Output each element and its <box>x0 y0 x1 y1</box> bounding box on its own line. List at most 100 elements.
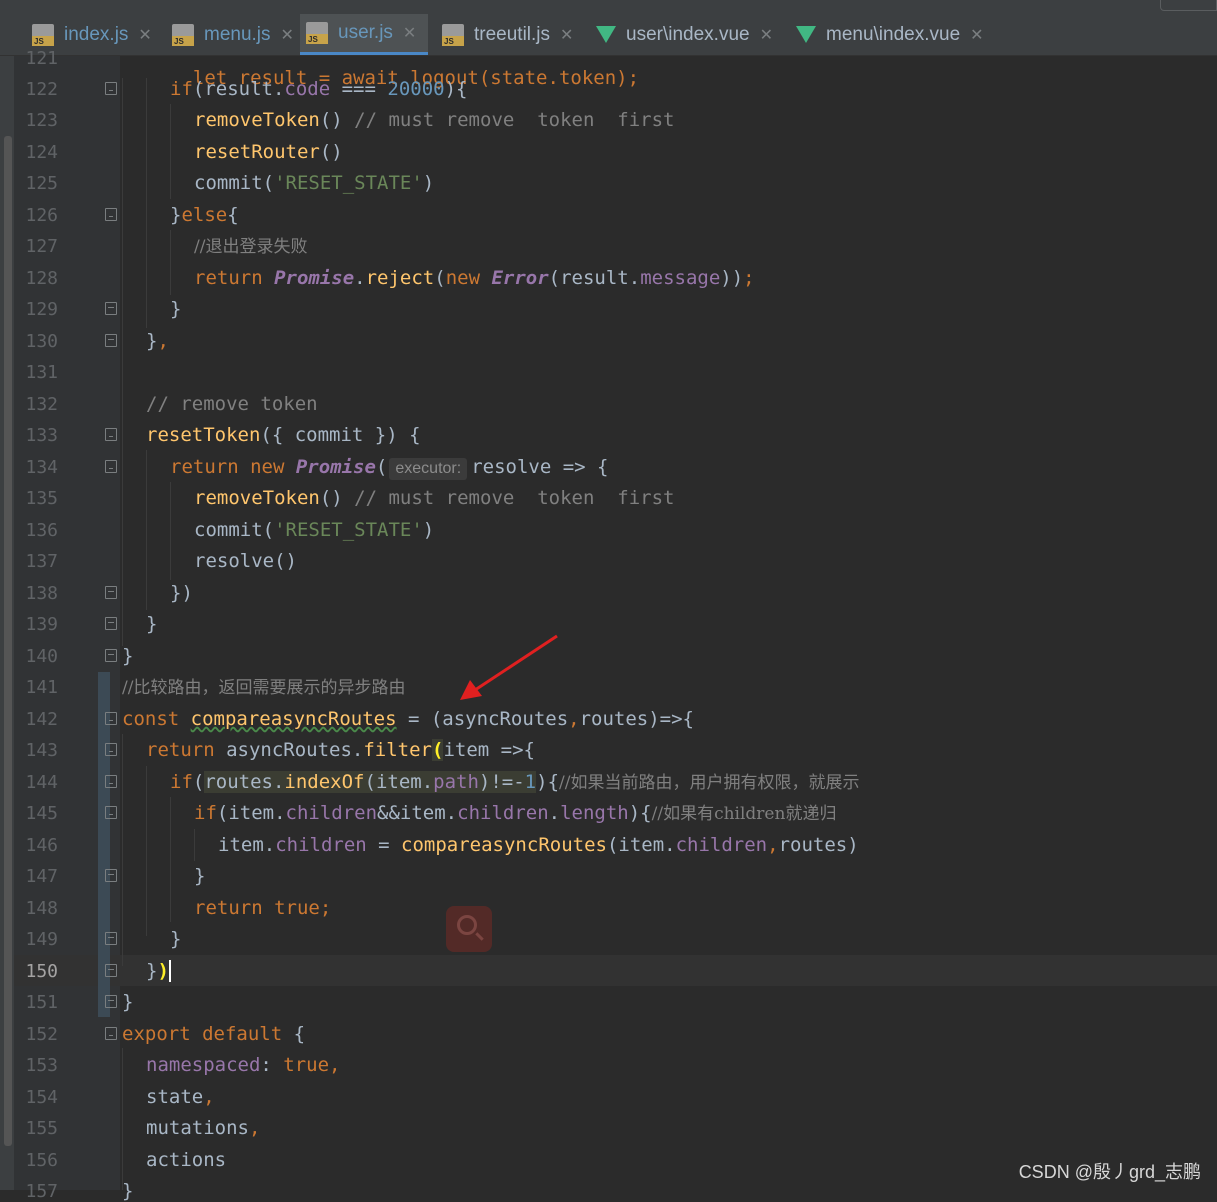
code-line[interactable]: export default { <box>122 1023 305 1045</box>
line-number: 139 <box>25 614 58 635</box>
fold-marker-icon[interactable] <box>105 649 117 662</box>
code-line[interactable]: mutations, <box>146 1117 260 1139</box>
indent-guide <box>170 482 171 580</box>
fold-marker-icon[interactable] <box>105 1027 117 1040</box>
code-line-current[interactable]: }) <box>146 960 171 982</box>
code-property: children <box>275 834 367 856</box>
code-line[interactable]: commit('RESET_STATE') <box>194 172 434 194</box>
close-icon[interactable]: ✕ <box>403 23 416 43</box>
floating-search-icon[interactable] <box>446 906 492 952</box>
indent-guide <box>194 829 195 861</box>
code-class: Promise <box>274 267 355 289</box>
fold-marker-icon[interactable] <box>105 334 117 347</box>
code-text: commit( <box>194 172 275 194</box>
toolbar-corner[interactable] <box>1160 0 1217 11</box>
code-text: } <box>194 865 206 887</box>
code-keyword: return <box>194 267 275 289</box>
code-line[interactable]: }, <box>146 330 169 352</box>
close-icon[interactable]: ✕ <box>970 25 983 45</box>
code-line[interactable]: // remove token <box>146 393 318 415</box>
code-line[interactable]: return Promise.reject(new Error(result.m… <box>194 267 755 289</box>
tab-label: menu.js <box>204 23 271 45</box>
fold-marker-icon[interactable] <box>105 743 117 756</box>
fold-marker-icon[interactable] <box>105 806 117 819</box>
fold-marker-icon[interactable] <box>105 932 117 945</box>
code-keyword: return <box>170 456 251 478</box>
line-number: 137 <box>25 551 58 572</box>
code-line[interactable]: return true; <box>194 897 331 919</box>
fold-marker-icon[interactable] <box>105 208 117 221</box>
code-number: 1 <box>524 771 537 793</box>
fold-marker-icon[interactable] <box>105 775 117 788</box>
code-line[interactable]: actions <box>146 1149 226 1171</box>
tab-user-index-vue[interactable]: user\index.vue ✕ <box>590 14 782 55</box>
fold-marker-icon[interactable] <box>105 460 117 473</box>
tab-menu-js[interactable]: JS menu.js ✕ <box>166 14 296 55</box>
code-text: ({ commit }) { <box>260 424 421 446</box>
code-editor-area[interactable] <box>120 56 1217 1190</box>
code-line[interactable]: removeToken() // must remove token first <box>194 109 674 131</box>
fold-marker-icon[interactable] <box>105 964 117 977</box>
vertical-scrollbar[interactable] <box>4 136 12 1146</box>
code-line[interactable]: namespaced: true, <box>146 1054 341 1076</box>
code-line[interactable]: removeToken() // must remove token first <box>194 487 674 509</box>
current-line-highlight <box>14 955 1217 986</box>
code-number: 20000 <box>387 78 445 100</box>
line-number: 144 <box>25 772 58 793</box>
line-number: 125 <box>25 173 58 194</box>
code-line[interactable]: } <box>122 645 133 667</box>
code-keyword: if <box>170 771 193 793</box>
code-line[interactable]: } <box>170 298 181 320</box>
code-line[interactable]: resetToken({ commit }) { <box>146 424 421 446</box>
line-number: 124 <box>25 142 58 163</box>
code-line[interactable]: if(result.code === 20000){ <box>170 78 467 100</box>
tab-user-js[interactable]: JS user.js ✕ <box>300 14 428 55</box>
code-line[interactable]: const compareasyncRoutes = (asyncRoutes,… <box>122 708 694 730</box>
code-text: ){ <box>536 771 560 793</box>
vue-file-icon <box>796 26 816 43</box>
code-line[interactable]: return asyncRoutes.filter(item =>{ <box>146 739 535 761</box>
line-number: 130 <box>25 331 58 352</box>
code-line[interactable]: resolve() <box>194 550 297 572</box>
tab-label: user.js <box>338 22 393 43</box>
fold-marker-icon[interactable] <box>105 995 117 1008</box>
code-keyword: true <box>283 1054 330 1076</box>
fold-marker-icon[interactable] <box>105 617 117 630</box>
code-line[interactable]: //比较路由，返回需要展示的异步路由 <box>122 676 405 699</box>
code-line[interactable]: item.children = compareasyncRoutes(item.… <box>218 834 859 856</box>
fold-marker-icon[interactable] <box>105 82 117 95</box>
code-line[interactable]: } <box>146 613 157 635</box>
code-line[interactable]: if(routes.indexOf(item.path)!=-1){//如果当前… <box>170 771 859 794</box>
code-line[interactable]: if(item.children&&item.children.length){… <box>194 802 836 825</box>
close-icon[interactable]: ✕ <box>138 25 151 45</box>
fold-marker-icon[interactable] <box>105 302 117 315</box>
code-line[interactable]: } <box>122 991 133 1013</box>
fold-marker-icon[interactable] <box>105 428 117 441</box>
tab-menu-index-vue[interactable]: menu\index.vue ✕ <box>790 14 990 55</box>
code-text: resolve() <box>194 550 297 572</box>
close-icon[interactable]: ✕ <box>281 25 294 45</box>
code-line[interactable]: } <box>170 928 181 950</box>
fold-marker-icon[interactable] <box>105 586 117 599</box>
text-caret <box>168 960 171 982</box>
code-comment: // must remove token first <box>354 487 675 509</box>
code-text: } <box>146 960 158 982</box>
tab-treeutil-js[interactable]: JS treeutil.js ✕ <box>436 14 586 55</box>
code-line[interactable]: } <box>122 1180 133 1202</box>
close-icon[interactable]: ✕ <box>560 25 573 45</box>
code-line[interactable]: }) <box>170 582 193 604</box>
code-line[interactable]: state, <box>146 1086 215 1108</box>
code-text: )) <box>720 267 744 289</box>
code-line[interactable]: } <box>194 865 205 887</box>
code-line[interactable]: }else{ <box>170 204 239 226</box>
vue-file-icon <box>596 26 616 43</box>
code-line[interactable]: resetRouter() <box>194 141 343 163</box>
fold-marker-icon[interactable] <box>105 869 117 882</box>
fold-marker-icon[interactable] <box>105 712 117 725</box>
close-icon[interactable]: ✕ <box>760 25 773 45</box>
code-line[interactable]: //退出登录失败 <box>194 235 307 258</box>
code-line[interactable]: commit('RESET_STATE') <box>194 519 434 541</box>
code-text: (item. <box>216 802 286 824</box>
code-text: routes)=>{ <box>579 708 694 730</box>
code-line[interactable]: return new Promise(executor: resolve => { <box>170 456 608 480</box>
